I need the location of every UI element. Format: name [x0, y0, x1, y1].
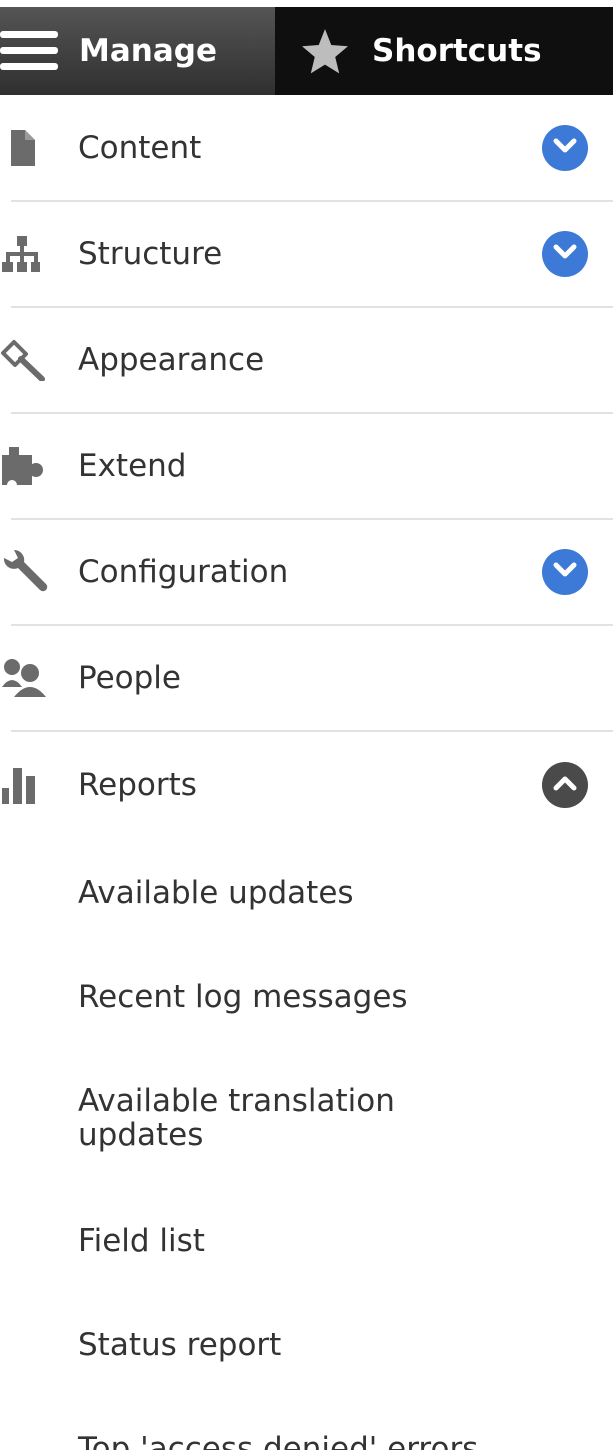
tab-manage-label: Manage	[79, 33, 217, 69]
admin-menu: Content Structure Appearance Extend Conf…	[1, 96, 613, 838]
submenu-item-recent-log-messages[interactable]: Recent log messages	[78, 980, 408, 1014]
star-icon	[299, 27, 351, 75]
menu-item-reports[interactable]: Reports	[2, 732, 613, 838]
menu-item-label: Content	[78, 130, 202, 166]
menu-item-label: Configuration	[78, 554, 289, 590]
menu-item-structure[interactable]: Structure	[2, 202, 613, 308]
menu-item-people[interactable]: People	[2, 626, 613, 732]
expand-toggle-button[interactable]	[542, 231, 588, 277]
people-icon	[0, 658, 60, 698]
tab-manage[interactable]: Manage	[0, 7, 275, 95]
submenu-item-field-list[interactable]: Field list	[78, 1224, 205, 1258]
submenu-item-access-denied-errors[interactable]: Top 'access denied' errors	[78, 1432, 518, 1450]
expand-toggle-button[interactable]	[542, 549, 588, 595]
admin-toolbar: Manage Shortcuts	[0, 0, 613, 96]
chevron-down-icon	[553, 562, 577, 582]
menu-item-configuration[interactable]: Configuration	[3, 520, 613, 626]
wrench-icon	[0, 550, 60, 592]
menu-item-label: Appearance	[78, 342, 265, 378]
expand-toggle-button[interactable]	[542, 125, 588, 171]
bar-chart-icon	[0, 765, 60, 805]
tab-shortcuts-label: Shortcuts	[372, 33, 542, 69]
menu-item-label: Extend	[78, 448, 187, 484]
hamburger-icon	[0, 29, 58, 73]
submenu-item-status-report[interactable]: Status report	[78, 1328, 281, 1362]
menu-item-content[interactable]: Content	[11, 96, 613, 202]
menu-item-appearance[interactable]: Appearance	[1, 308, 613, 414]
submenu-item-available-updates[interactable]: Available updates	[78, 876, 354, 910]
menu-item-label: Reports	[78, 767, 197, 803]
menu-item-label: Structure	[78, 236, 223, 272]
chevron-down-icon	[553, 138, 577, 158]
submenu-item-available-translation-updates[interactable]: Available translation updates	[78, 1084, 518, 1152]
file-icon	[0, 128, 60, 168]
puzzle-icon	[0, 446, 60, 487]
chevron-down-icon	[553, 244, 577, 264]
sitemap-icon	[0, 234, 60, 274]
collapse-toggle-button[interactable]	[542, 762, 588, 808]
menu-item-label: People	[78, 660, 181, 696]
chevron-up-icon	[553, 775, 577, 795]
menu-item-extend[interactable]: Extend	[2, 414, 613, 520]
paintbrush-icon	[0, 340, 60, 381]
tab-shortcuts[interactable]: Shortcuts	[275, 7, 613, 95]
